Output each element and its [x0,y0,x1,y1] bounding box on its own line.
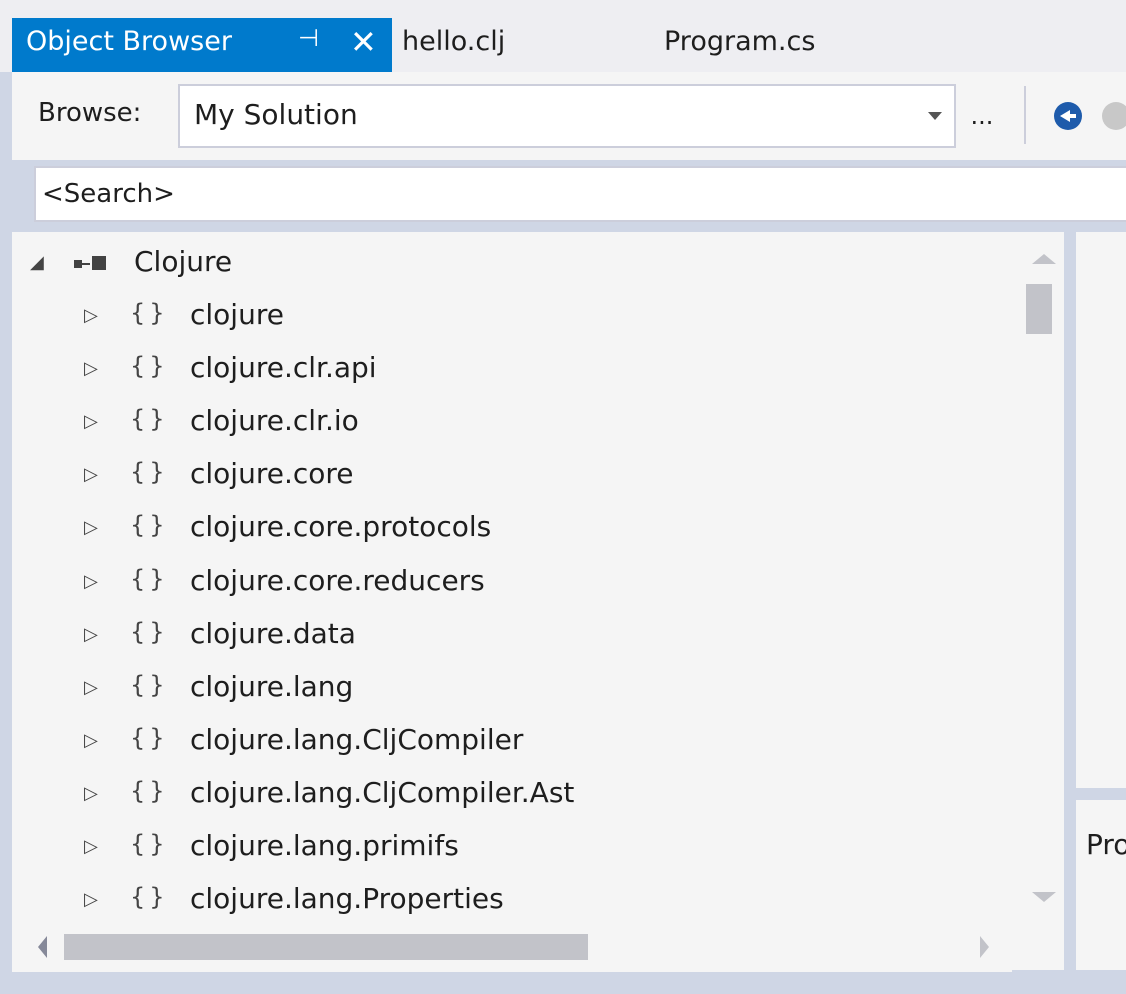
expand-triangle-icon[interactable]: ▷ [84,783,98,804]
tree-item-label: clojure [190,298,284,331]
tree-item-namespace[interactable]: ▷ {} clojure.lang.CljCompiler.Ast [12,767,1012,820]
namespace-braces-icon: {} [130,458,169,487]
namespace-braces-icon: {} [130,830,169,858]
tree-item-namespace[interactable]: ▷ {} clojure [12,289,1012,342]
search-input[interactable] [36,168,1126,220]
horizontal-scroll-thumb[interactable] [64,934,588,960]
expand-triangle-icon[interactable]: ▷ [84,358,98,379]
expand-triangle-icon[interactable]: ▷ [84,836,98,857]
scroll-down-arrow-icon[interactable] [1032,892,1056,902]
tree-item-namespace[interactable]: ▷ {} clojure.core.reducers [12,555,1012,608]
namespace-braces-icon: {} [130,299,169,327]
browse-scope-value: My Solution [194,98,358,131]
namespace-braces-icon: {} [130,405,169,434]
tree-item-label: clojure.lang [190,669,354,703]
tab-hello-clj[interactable]: hello.clj [402,26,505,57]
pin-icon[interactable]: ⊣ [298,24,319,52]
tree-item-label: clojure.core.reducers [190,563,485,597]
namespace-braces-icon: {} [130,883,169,912]
expand-triangle-icon[interactable]: ▷ [84,730,98,751]
tree-item-label: clojure.core.protocols [190,510,492,544]
back-arrow-icon[interactable] [1054,102,1082,130]
namespace-braces-icon: {} [130,776,169,805]
description-pane: Pro [1076,800,1126,970]
members-pane [1076,232,1126,788]
assembly-icon [74,256,114,272]
tree-item-label: clojure.core [190,457,354,491]
object-browser-toolbar: Browse: My Solution ... [12,72,1126,160]
tree-item-namespace[interactable]: ▷ {} clojure.data [12,608,1012,661]
tab-program-cs[interactable]: Program.cs [664,26,815,57]
expand-triangle-icon[interactable]: ▷ [84,305,98,326]
tree-item-namespace[interactable]: ▷ {} clojure.lang [12,661,1012,714]
tree-item-label: clojure.data [190,616,356,650]
expand-triangle-icon[interactable]: ▷ [84,464,98,485]
tree-item-namespace[interactable]: ▷ {} clojure.clr.api [12,342,1012,395]
expand-triangle-icon[interactable]: ▷ [84,411,98,432]
scroll-left-arrow-icon[interactable] [38,936,47,958]
tree-horizontal-scrollbar[interactable] [12,922,1012,972]
tab-object-browser[interactable]: Object Browser ⊣ ✕ [12,18,392,72]
toolbar-separator [1024,86,1026,144]
expand-triangle-icon[interactable]: ▷ [84,571,98,592]
edit-custom-component-set-button[interactable]: ... [962,102,1002,130]
tree-root-clojure[interactable]: ◢ Clojure [12,236,1012,289]
namespace-braces-icon: {} [130,617,169,646]
tree-item-label: clojure.lang.CljCompiler [190,722,524,756]
close-icon[interactable]: ✕ [350,18,377,66]
tree-item-label: clojure.clr.api [190,351,377,385]
browse-label: Browse: [38,98,142,128]
search-box [34,166,1126,222]
collapse-triangle-icon[interactable]: ◢ [30,252,44,273]
vertical-scroll-thumb[interactable] [1026,284,1052,334]
tree-vertical-scrollbar[interactable] [1024,232,1064,922]
document-tab-bar: Object Browser ⊣ ✕ hello.clj Program.cs [0,0,1126,72]
tree-item-namespace[interactable]: ▷ {} clojure.lang.CljCompiler [12,714,1012,767]
namespace-braces-icon: {} [130,723,169,752]
expand-triangle-icon[interactable]: ▷ [84,677,98,698]
tree-item-label: clojure.lang.CljCompiler.Ast [190,775,575,809]
tree-item-namespace[interactable]: ▷ {} clojure.lang.primifs [12,820,1012,873]
browse-scope-dropdown[interactable]: My Solution [178,84,956,148]
namespace-braces-icon: {} [130,564,169,593]
expand-triangle-icon[interactable]: ▷ [84,517,98,538]
tree-item-namespace[interactable]: ▷ {} clojure.lang.Properties [12,873,1012,926]
tree-root-label: Clojure [134,245,233,278]
objects-tree-pane: ◢ Clojure ▷ {} clojure ▷ {} clojure.clr.api ▷ {… [12,232,1064,970]
tree-item-namespace[interactable]: ▷ {} clojure.core [12,448,1012,501]
tree-item-label: clojure.clr.io [190,404,359,438]
namespace-braces-icon: {} [130,352,169,381]
forward-arrow-icon[interactable] [1102,102,1126,130]
expand-triangle-icon[interactable]: ▷ [84,624,98,645]
tree-item-label: clojure.lang.Properties [190,882,504,916]
namespace-braces-icon: {} [130,511,169,540]
pane-splitter[interactable] [1076,788,1126,800]
tree-item-namespace[interactable]: ▷ {} clojure.clr.io [12,395,1012,448]
tree-item-namespace[interactable]: ▷ {} clojure.core.protocols [12,501,1012,554]
expand-triangle-icon[interactable]: ▷ [84,889,98,910]
tree-item-label: clojure.lang.primifs [190,829,459,862]
namespace-braces-icon: {} [130,670,169,699]
scroll-right-arrow-icon[interactable] [980,936,989,958]
description-text: Pro [1086,828,1126,861]
scroll-up-arrow-icon[interactable] [1032,254,1056,264]
tab-object-browser-label: Object Browser [26,26,232,57]
chevron-down-icon[interactable] [928,112,942,120]
